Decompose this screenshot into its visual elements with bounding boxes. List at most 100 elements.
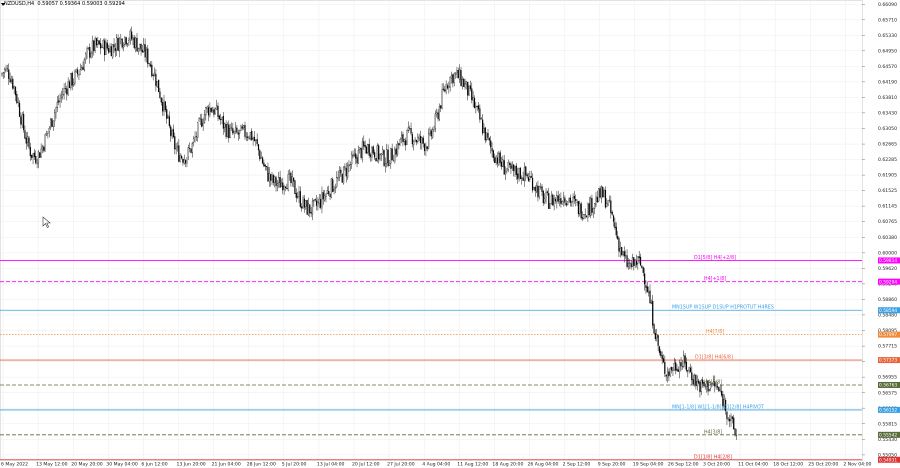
candle-body <box>319 199 322 208</box>
candle-body <box>280 182 283 187</box>
candle-body <box>311 200 314 215</box>
candle-body <box>515 165 517 176</box>
candle-body <box>507 162 509 170</box>
candle-body <box>731 416 733 419</box>
candle-body <box>672 370 674 372</box>
candle-body <box>21 114 23 125</box>
candle-body <box>93 40 95 52</box>
x-tick-label: 28 Jun 12:00 <box>247 462 276 468</box>
candle-body <box>336 177 338 187</box>
candle-body <box>587 203 589 218</box>
candle-body <box>488 137 490 141</box>
candle-body <box>351 154 353 165</box>
candle-body <box>617 235 619 239</box>
candle-body <box>588 203 590 216</box>
level-label: D1[3/8] H4[6/8] <box>695 355 733 361</box>
x-tick-label: 11 Oct 04:00 <box>738 462 768 468</box>
candle-body <box>560 197 562 204</box>
candle-body <box>434 113 436 129</box>
candle-body <box>715 386 717 388</box>
price-chart[interactable]: D1[5/8] H4[+2/8] H4[+1/8] MN1SUP W1SUP D1S… <box>0 0 900 468</box>
candle-body <box>642 267 644 273</box>
candle-body <box>549 203 551 209</box>
price-tag-text: 0.58594 <box>879 308 897 314</box>
candle-body <box>348 164 350 167</box>
level-labels: D1[5/8] H4[+2/8] H4[+1/8] MN1SUP W1SUP D1S… <box>672 255 774 460</box>
candle-body <box>599 188 601 198</box>
candle-body <box>372 146 374 154</box>
candle-body <box>442 88 445 90</box>
candle-body <box>22 113 25 130</box>
candle-body <box>688 367 690 371</box>
candle-body <box>627 263 630 267</box>
candle-body <box>537 185 539 198</box>
candle-body <box>649 290 651 304</box>
candle-body <box>120 38 122 40</box>
candle-body <box>29 147 31 157</box>
candle-body <box>402 133 404 142</box>
candle-body <box>702 379 704 384</box>
candle-body <box>85 53 87 60</box>
candle-body <box>110 46 112 57</box>
candle-body <box>66 88 68 95</box>
candle-body <box>657 335 659 346</box>
candle-body <box>91 40 94 54</box>
candle-body <box>484 127 486 141</box>
candle-body <box>359 147 361 150</box>
candle-body <box>525 166 527 176</box>
candle-body <box>216 105 218 110</box>
candle-body <box>58 100 60 103</box>
candle-body <box>538 186 540 197</box>
candle-body <box>464 83 466 88</box>
candle-body <box>253 136 256 141</box>
candle-body <box>436 112 438 115</box>
candle-body <box>209 107 211 116</box>
candle-body <box>480 118 482 120</box>
candle-body <box>67 81 69 96</box>
candle-body <box>563 197 565 203</box>
level-label: D1[5/8] H4[+2/8] <box>694 255 736 261</box>
candle-body <box>117 38 119 51</box>
candle-body <box>193 138 195 143</box>
candle-body <box>238 129 241 134</box>
y-tick-label: 0.63810 <box>878 95 897 101</box>
candle-body <box>594 203 596 209</box>
candle-body <box>459 69 461 80</box>
candle-body <box>491 148 493 152</box>
candle-body <box>396 142 399 155</box>
y-tick-label: 0.57715 <box>878 344 897 350</box>
candle-body <box>487 133 489 138</box>
candle-body <box>256 139 258 144</box>
candle-body <box>568 198 570 201</box>
candlestick-series <box>1 26 738 441</box>
candle-body <box>379 154 381 160</box>
candle-body <box>700 380 702 392</box>
candle-body <box>698 380 700 384</box>
x-tick-label: 6 May 2022 <box>1 462 28 468</box>
candle-body <box>341 174 343 183</box>
candle-body <box>614 222 616 228</box>
candle-body <box>321 192 323 209</box>
candle-body <box>116 37 118 51</box>
candle-body <box>270 174 272 181</box>
candle-body <box>99 42 102 49</box>
candle-body <box>423 143 426 152</box>
candle-body <box>299 191 301 207</box>
candle-body <box>598 188 600 202</box>
candle-body <box>189 148 191 149</box>
candle-body <box>492 150 495 158</box>
y-tick-label: 0.56575 <box>878 390 897 396</box>
candle-body <box>392 160 395 162</box>
candle-body <box>128 40 130 43</box>
candle-body <box>47 131 49 134</box>
candle-body <box>44 134 46 152</box>
level-label: H4[5/8] <box>704 379 722 385</box>
candle-body <box>163 100 165 112</box>
candle-body <box>418 135 420 139</box>
candle-body <box>243 125 245 128</box>
candle-body <box>438 106 441 120</box>
candle-body <box>490 140 492 148</box>
candle-body <box>363 141 365 147</box>
candle-body <box>214 108 216 114</box>
price-tag-text: 0.59814 <box>879 258 897 264</box>
